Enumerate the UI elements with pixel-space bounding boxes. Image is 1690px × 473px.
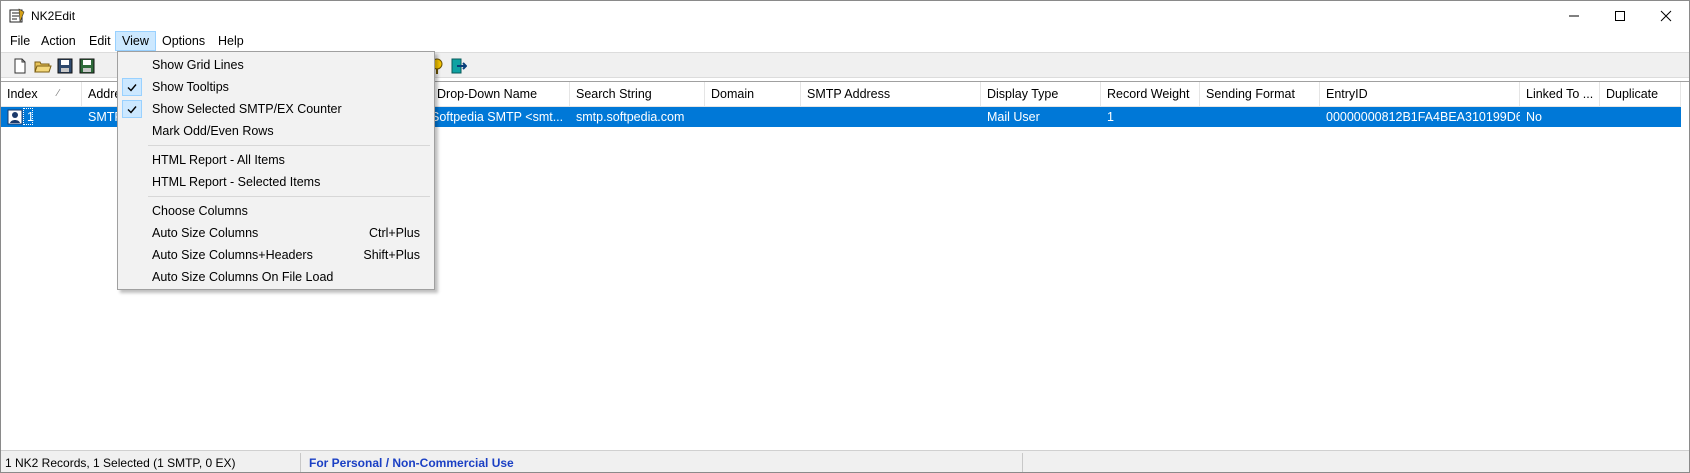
- cell-linked-to: No: [1526, 110, 1542, 124]
- menu-separator: [148, 196, 430, 197]
- maximize-button[interactable]: [1597, 1, 1643, 31]
- minimize-button[interactable]: [1551, 1, 1597, 31]
- menu-file[interactable]: File: [4, 31, 36, 51]
- close-icon: [1660, 10, 1672, 22]
- column-header-duplicate[interactable]: Duplicate: [1600, 82, 1681, 106]
- column-header-linked-to[interactable]: Linked To ...: [1520, 82, 1600, 106]
- menu-separator: [148, 145, 430, 146]
- column-header-display-type[interactable]: Display Type: [981, 82, 1101, 106]
- menu-auto-size-on-load[interactable]: Auto Size Columns On File Load: [120, 266, 432, 288]
- app-icon: [9, 8, 25, 23]
- status-license: For Personal / Non-Commercial Use: [301, 453, 1023, 472]
- menu-options[interactable]: Options: [156, 31, 211, 51]
- status-bar: 1 NK2 Records, 1 Selected (1 SMTP, 0 EX)…: [1, 450, 1689, 472]
- cell-duplicate: [1600, 107, 1681, 127]
- column-header-record-weight[interactable]: Record Weight: [1101, 82, 1200, 106]
- cell-dropdown-name: Softpedia SMTP <smt...: [431, 110, 564, 124]
- cell-index: 1: [27, 110, 34, 124]
- view-menu-dropdown: Show Grid Lines Show Tooltips Show Selec…: [117, 51, 435, 290]
- cell-record-weight: 1: [1107, 110, 1114, 124]
- status-empty: [1023, 453, 1689, 472]
- status-records: 1 NK2 Records, 1 Selected (1 SMTP, 0 EX): [1, 453, 301, 472]
- save-icon[interactable]: [56, 57, 74, 75]
- cell-display-type: Mail User: [987, 110, 1040, 124]
- column-header-dropdown-name[interactable]: Drop-Down Name: [431, 82, 570, 106]
- menu-choose-columns[interactable]: Choose Columns: [120, 200, 432, 222]
- shortcut-label: Shift+Plus: [363, 248, 420, 262]
- menu-bar: File Action Edit View Options Help: [1, 31, 1689, 51]
- column-header-entryid[interactable]: EntryID: [1320, 82, 1520, 106]
- menu-edit[interactable]: Edit: [83, 31, 117, 51]
- column-header-index[interactable]: Index ∕: [1, 82, 82, 106]
- column-header-smtp-address[interactable]: SMTP Address: [801, 82, 981, 106]
- menu-show-selected-counter[interactable]: Show Selected SMTP/EX Counter: [120, 98, 432, 120]
- cell-domain: [705, 107, 801, 127]
- license-link[interactable]: For Personal / Non-Commercial Use: [309, 456, 514, 470]
- title-bar: NK2Edit: [1, 1, 1689, 31]
- exit-icon[interactable]: [449, 57, 467, 75]
- menu-html-report-selected[interactable]: HTML Report - Selected Items: [120, 171, 432, 193]
- menu-action[interactable]: Action: [35, 31, 82, 51]
- column-header-domain[interactable]: Domain: [705, 82, 801, 106]
- app-window: NK2Edit File Action Edit View Options He…: [0, 0, 1690, 473]
- menu-view[interactable]: View: [115, 31, 156, 51]
- menu-auto-size-columns[interactable]: Auto Size Columns Ctrl+Plus: [120, 222, 432, 244]
- menu-show-grid-lines[interactable]: Show Grid Lines: [120, 54, 432, 76]
- window-title: NK2Edit: [31, 9, 76, 23]
- shortcut-label: Ctrl+Plus: [368, 226, 420, 240]
- checkmark-icon: [122, 78, 142, 96]
- minimize-icon: [1569, 15, 1579, 17]
- save-as-icon[interactable]: [78, 57, 96, 75]
- maximize-icon: [1615, 11, 1625, 21]
- menu-auto-size-columns-headers[interactable]: Auto Size Columns+Headers Shift+Plus: [120, 244, 432, 266]
- new-file-icon[interactable]: [11, 57, 29, 75]
- menu-show-tooltips[interactable]: Show Tooltips: [120, 76, 432, 98]
- close-button[interactable]: [1643, 1, 1689, 31]
- sort-arrow-icon: ∕: [57, 88, 59, 99]
- column-header-sending-format[interactable]: Sending Format: [1200, 82, 1320, 106]
- menu-mark-odd-even-rows[interactable]: Mark Odd/Even Rows: [120, 120, 432, 142]
- menu-help[interactable]: Help: [212, 31, 250, 51]
- checkmark-icon: [122, 100, 142, 118]
- open-folder-icon[interactable]: [34, 57, 52, 75]
- cell-search-string: smtp.softpedia.com: [576, 110, 685, 124]
- menu-html-report-all[interactable]: HTML Report - All Items: [120, 149, 432, 171]
- cell-sending-format: [1200, 107, 1320, 127]
- column-header-search-string[interactable]: Search String: [570, 82, 705, 106]
- cell-smtp-address: [801, 107, 981, 127]
- cell-entryid: 00000000812B1FA4BEA310199D6E...: [1326, 110, 1520, 124]
